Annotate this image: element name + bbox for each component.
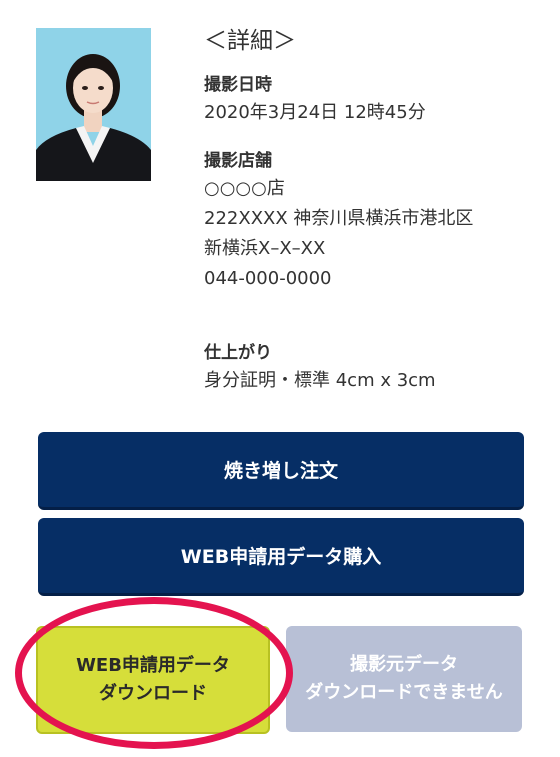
- shooting-store-label: 撮影店舗: [204, 151, 272, 171]
- store-address-line1: 222XXXX 神奈川県横浜市港北区: [204, 208, 474, 229]
- details-panel: ＜詳細＞: [204, 24, 544, 70]
- web-data-download-label-line1: WEB申請用データ: [76, 655, 230, 676]
- reprint-order-label: 焼き増し注文: [223, 460, 338, 482]
- reprint-order-button[interactable]: 焼き増し注文: [38, 432, 524, 510]
- original-data-label-line1: 撮影元データ: [350, 654, 458, 675]
- shooting-datetime-value: 2020年3月24日 12時45分: [204, 102, 426, 123]
- id-photo: [36, 28, 151, 181]
- shooting-datetime-block: 撮影日時 2020年3月24日 12時45分: [204, 72, 426, 128]
- store-address-line2: 新横浜X–X–XX: [204, 238, 326, 259]
- original-data-label-line2: ダウンロードできません: [305, 682, 503, 703]
- finish-label: 仕上がり: [204, 343, 272, 363]
- original-data-download-button: 撮影元データ ダウンロードできません: [286, 626, 522, 732]
- web-data-download-label-line2: ダウンロード: [99, 683, 207, 704]
- web-data-purchase-button[interactable]: WEB申請用データ購入: [38, 518, 524, 596]
- details-title: ＜詳細＞: [204, 28, 296, 54]
- store-phone: 044-000-0000: [204, 268, 332, 289]
- web-data-download-button[interactable]: WEB申請用データ ダウンロード: [36, 626, 270, 734]
- finish-value: 身分証明・標準 4cm x 3cm: [204, 370, 436, 391]
- store-name: ○○○○店: [204, 178, 285, 199]
- shooting-datetime-label: 撮影日時: [204, 75, 272, 95]
- finish-block: 仕上がり 身分証明・標準 4cm x 3cm: [204, 340, 436, 396]
- shooting-store-block: 撮影店舗 ○○○○店 222XXXX 神奈川県横浜市港北区 新横浜X–X–XX …: [204, 148, 473, 294]
- web-data-purchase-label: WEB申請用データ購入: [180, 546, 382, 568]
